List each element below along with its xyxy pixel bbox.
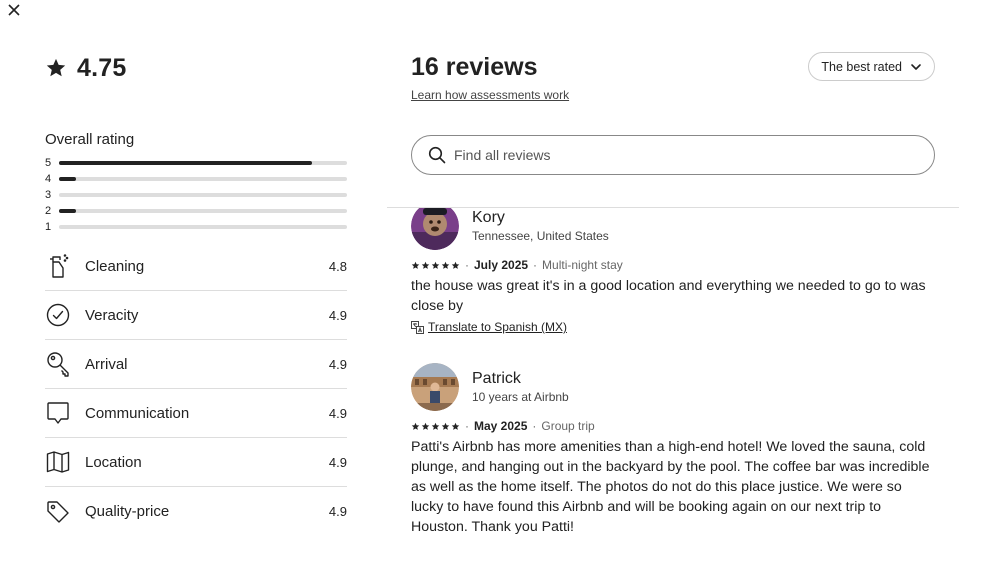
rating-bar-row: 3: [45, 187, 347, 203]
star-icon: [421, 422, 430, 430]
review-item: Patrick 10 years at Airbnb · May 2025 · …: [411, 363, 935, 537]
tag-icon: [45, 499, 71, 525]
review-date: July 2025: [474, 258, 529, 272]
reviewer-info: Kory Tennessee, United States: [472, 209, 609, 243]
review-header: Patrick 10 years at Airbnb: [411, 363, 935, 411]
category-score: 4.9: [328, 504, 347, 519]
category-label: Quality-price: [85, 503, 170, 520]
learn-assessments-link[interactable]: Learn how assessments work: [411, 88, 569, 102]
star-icon: [451, 261, 460, 269]
star-icon: [411, 422, 420, 430]
category-score: 4.8: [328, 258, 347, 274]
search-input[interactable]: [454, 147, 874, 163]
category-arrival: Arrival 4.9: [45, 340, 347, 389]
category-score: 4.9: [328, 454, 347, 470]
category-label: Location: [85, 453, 142, 471]
chevron-down-icon: [911, 63, 921, 70]
review-stars: [411, 261, 460, 270]
review-date: May 2025: [474, 419, 528, 433]
rating-bar-fill: [59, 177, 77, 181]
category-veracity: Veracity 4.9: [45, 291, 347, 340]
category-cleaning: Cleaning 4.8: [45, 242, 347, 291]
star-icon: [441, 422, 450, 430]
review-stars: [411, 422, 460, 431]
reviews-header: 16 reviews Learn how assessments work Th…: [411, 48, 935, 104]
category-communication: Communication 4.9: [45, 389, 347, 438]
rating-summary-panel: 4.75 Overall rating 5 4 3 2 1 Cleaning 4…: [45, 48, 347, 536]
category-location: Location 4.9: [45, 438, 347, 487]
reviewer-info: Patrick 10 years at Airbnb: [472, 370, 569, 404]
rating-bar-label: 4: [45, 173, 52, 185]
review-header: Kory Tennessee, United States: [411, 208, 935, 250]
category-quality-price: Quality-price 4.9: [45, 487, 347, 536]
close-icon: [8, 4, 20, 16]
rating-bar-label: 2: [45, 205, 52, 217]
rating-bar-row: 4: [45, 171, 347, 187]
reviewer-subtitle: Tennessee, United States: [472, 229, 609, 243]
review-stay-type: Multi-night stay: [542, 258, 623, 272]
review-meta: · May 2025 · Group trip: [411, 419, 935, 433]
close-button[interactable]: [4, 0, 24, 20]
sort-dropdown[interactable]: The best rated: [808, 52, 935, 81]
search-icon: [428, 146, 446, 164]
rating-bar-label: 1: [45, 221, 52, 233]
category-ratings: Cleaning 4.8 Veracity 4.9 Arrival 4.9 Co…: [45, 242, 347, 536]
category-label: Communication: [85, 404, 190, 422]
category-score: 4.9: [328, 405, 347, 421]
review-meta: · July 2025 · Multi-night stay: [411, 258, 935, 272]
translate-icon: [411, 320, 424, 334]
search-bar[interactable]: [411, 135, 935, 175]
translate-link[interactable]: Translate to Spanish (MX): [411, 320, 935, 334]
rating-bar-row: 5: [45, 155, 347, 171]
separator-dot: ·: [533, 258, 538, 272]
star-icon: [441, 261, 450, 269]
spray-bottle-icon: [45, 253, 71, 279]
rating-bar-track: [59, 161, 347, 165]
rating-bar-fill: [59, 209, 77, 213]
rating-bar-track: [59, 225, 347, 229]
rating-bar-label: 5: [45, 157, 52, 169]
category-score: 4.9: [328, 356, 347, 372]
star-icon: [431, 422, 440, 430]
separator-dot: ·: [532, 419, 537, 433]
rating-bar-label: 3: [45, 189, 52, 201]
avatar[interactable]: [411, 208, 459, 250]
key-icon: [45, 351, 71, 377]
review-text: Patti's Airbnb has more amenities than a…: [411, 439, 930, 535]
rating-bar-fill: [59, 161, 313, 165]
review-text: the house was great it's in a good locat…: [411, 278, 926, 314]
rating-bar-row: 2: [45, 203, 347, 219]
star-icon: [451, 422, 460, 430]
reviewer-name[interactable]: Kory: [472, 209, 609, 227]
overall-rating-title: Overall rating: [45, 131, 135, 148]
category-label: Veracity: [85, 306, 139, 324]
rating-bar-track: [59, 193, 347, 197]
rating-bar-track: [59, 209, 347, 213]
star-icon: [411, 261, 420, 269]
average-rating-value: 4.75: [77, 53, 127, 82]
avatar[interactable]: [411, 363, 459, 411]
rating-bar-row: 1: [45, 219, 347, 235]
star-icon: [421, 261, 430, 269]
separator-dot: ·: [465, 258, 469, 272]
rating-bar-track: [59, 177, 347, 181]
separator-dot: ·: [465, 419, 469, 433]
category-label: Arrival: [85, 355, 128, 373]
average-rating: 4.75: [45, 48, 347, 88]
review-item: Kory Tennessee, United States · July 202…: [411, 208, 935, 334]
rating-distribution: 5 4 3 2 1: [45, 155, 347, 235]
reviewer-name[interactable]: Patrick: [472, 370, 569, 388]
map-icon: [45, 449, 71, 475]
check-circle-icon: [45, 302, 71, 328]
message-icon: [45, 400, 71, 426]
review-stay-type: Group trip: [541, 419, 595, 433]
sort-label: The best rated: [821, 59, 902, 74]
star-icon: [431, 261, 440, 269]
category-score: 4.9: [328, 307, 347, 323]
reviewer-subtitle: 10 years at Airbnb: [472, 390, 569, 404]
translate-label: Translate to Spanish (MX): [428, 320, 567, 334]
star-icon: [46, 58, 66, 77]
reviews-list[interactable]: Kory Tennessee, United States · July 202…: [411, 208, 935, 562]
category-label: Cleaning: [85, 257, 145, 275]
